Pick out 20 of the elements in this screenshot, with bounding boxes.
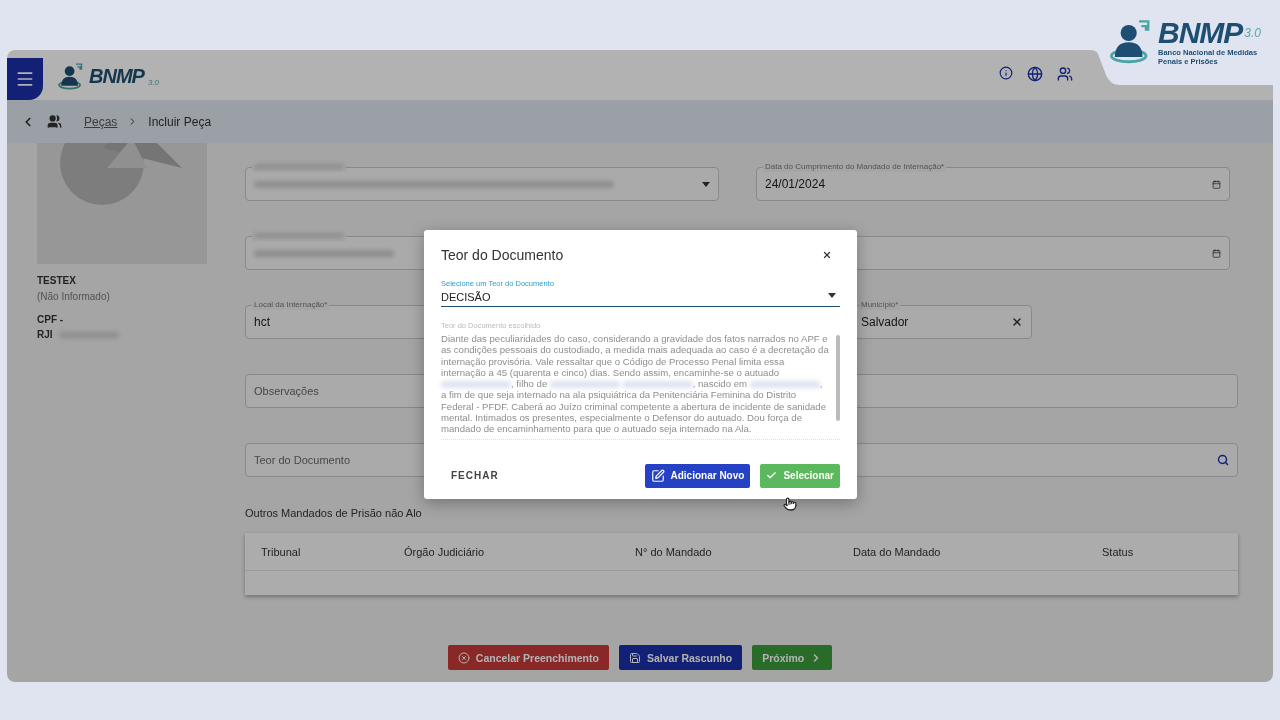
field-label: Local da Internação* xyxy=(252,300,330,310)
logo-text: BNMP xyxy=(89,66,144,86)
column-header: Data do Mandado xyxy=(853,545,942,558)
person-note: (Não Informado) xyxy=(37,291,111,302)
logo-version: 3.0 xyxy=(1244,26,1262,40)
logo-version: 3.0 xyxy=(147,78,159,87)
column-header: N° do Mandado xyxy=(635,545,713,558)
column-header: Tribunal xyxy=(261,545,302,558)
dialog-title: Teor do Documento xyxy=(441,247,564,263)
rji-label: RJI xyxy=(37,329,53,340)
section-title: Outros Mandados de Prisão não Alo xyxy=(245,507,423,519)
breadcrumb-current: Incluir Peça xyxy=(148,114,212,129)
column-header: Órgão Judiciário xyxy=(404,545,486,558)
select-value: DECISÃO xyxy=(441,291,491,303)
column-header: Status xyxy=(1102,545,1135,558)
field-label: Município* xyxy=(859,300,901,310)
cpf-label: CPF - xyxy=(37,314,65,325)
logo-text: BNMP xyxy=(1158,18,1243,48)
person-name: TESTEX xyxy=(37,275,77,286)
field-label: Data do Cumprimento do Mandado de Internação* xyxy=(763,162,947,172)
